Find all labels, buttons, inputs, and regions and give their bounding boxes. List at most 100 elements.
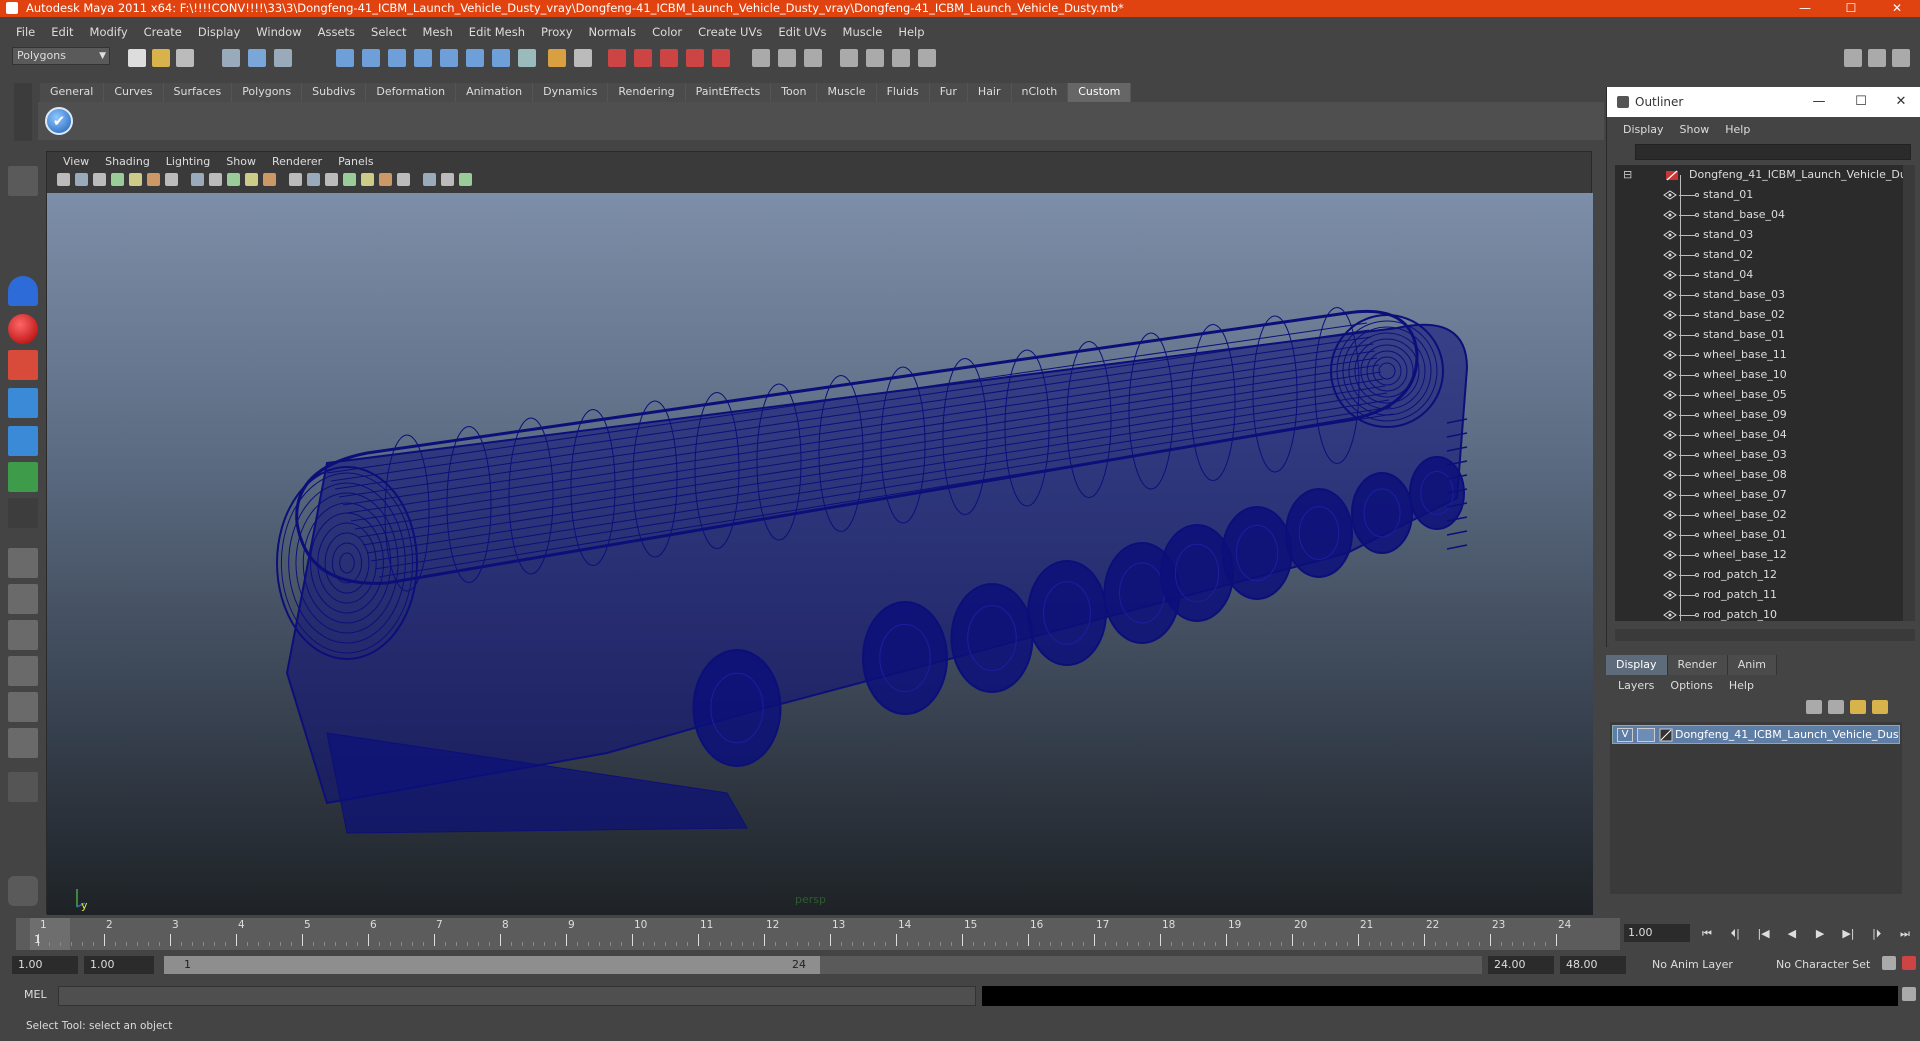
snap-grid-icon[interactable] bbox=[336, 49, 354, 67]
outliner-root-item[interactable]: ⊟ Dongfeng_41_ICBM_Launch_Vehicle_Dusty bbox=[1615, 165, 1903, 185]
shelf-tab-rendering[interactable]: Rendering bbox=[608, 83, 686, 102]
shelf-tab-surfaces[interactable]: Surfaces bbox=[163, 83, 233, 102]
shelf-tab-custom[interactable]: Custom bbox=[1068, 83, 1132, 102]
shelf-tab-polygons[interactable]: Polygons bbox=[232, 83, 303, 102]
outliner-menu-display[interactable]: Display bbox=[1615, 120, 1672, 140]
menu-edit-uvs[interactable]: Edit UVs bbox=[770, 22, 834, 42]
outliner-menu-help[interactable]: Help bbox=[1717, 120, 1758, 140]
outliner-minimize-button[interactable]: — bbox=[1799, 87, 1839, 117]
menu-create-uvs[interactable]: Create UVs bbox=[690, 22, 770, 42]
outliner-toggle-icon[interactable] bbox=[892, 49, 910, 67]
layout-uv-persp-icon[interactable] bbox=[8, 728, 38, 758]
outliner-item[interactable]: wheel_base_08 bbox=[1615, 465, 1903, 485]
scale-tool-icon[interactable] bbox=[8, 350, 38, 380]
outliner-horizontal-scrollbar[interactable] bbox=[1615, 629, 1915, 641]
layout-four-pane-icon[interactable] bbox=[8, 584, 38, 614]
outliner-item[interactable]: stand_01 bbox=[1615, 185, 1903, 205]
layout-single-icon[interactable] bbox=[1844, 49, 1862, 67]
outliner-item[interactable]: stand_03 bbox=[1615, 225, 1903, 245]
character-set-select[interactable]: No Character Set bbox=[1772, 956, 1882, 974]
outliner-item[interactable]: stand_base_02 bbox=[1615, 305, 1903, 325]
shelf-tab-deformation[interactable]: Deformation bbox=[366, 83, 457, 102]
select-component-icon[interactable] bbox=[274, 49, 292, 67]
script-editor-icon[interactable] bbox=[918, 49, 936, 67]
viewport-menu-show[interactable]: Show bbox=[218, 152, 264, 171]
shelf-tab-fluids[interactable]: Fluids bbox=[876, 83, 930, 102]
outliner-item[interactable]: stand_base_04 bbox=[1615, 205, 1903, 225]
shelf-tab-dynamics[interactable]: Dynamics bbox=[533, 83, 609, 102]
script-editor-button-icon[interactable] bbox=[1902, 987, 1916, 1001]
shelf-tab-fur[interactable]: Fur bbox=[929, 83, 968, 102]
shelf-tab-animation[interactable]: Animation bbox=[456, 83, 534, 102]
outliner-item[interactable]: stand_04 bbox=[1615, 265, 1903, 285]
layer-tab-display[interactable]: Display bbox=[1606, 655, 1668, 675]
textured-icon[interactable] bbox=[343, 173, 356, 186]
menu-window[interactable]: Window bbox=[248, 22, 309, 42]
shelf-tab-ncloth[interactable]: nCloth bbox=[1011, 83, 1069, 102]
shadows-icon[interactable] bbox=[379, 173, 392, 186]
outliner-item[interactable]: rod_patch_12 bbox=[1615, 565, 1903, 585]
outliner-item[interactable]: rod_patch_10 bbox=[1615, 605, 1903, 621]
snap-point-icon[interactable] bbox=[388, 49, 406, 67]
paint-select-tool-icon[interactable] bbox=[8, 240, 38, 270]
shelf-grip[interactable] bbox=[14, 83, 32, 141]
menu-assets[interactable]: Assets bbox=[310, 22, 363, 42]
start-time-field[interactable]: 1.00 bbox=[12, 956, 78, 974]
shelf-tab-painteffects[interactable]: PaintEffects bbox=[685, 83, 772, 102]
tool-settings-icon[interactable] bbox=[840, 49, 858, 67]
save-scene-icon[interactable] bbox=[176, 49, 194, 67]
isolate-select-icon[interactable] bbox=[397, 173, 410, 186]
play-forwards-icon[interactable]: ▶ bbox=[1809, 924, 1831, 944]
make-live-icon[interactable] bbox=[440, 49, 458, 67]
new-scene-icon[interactable] bbox=[128, 49, 146, 67]
new-layer-icon[interactable] bbox=[1850, 700, 1866, 714]
menu-file[interactable]: File bbox=[8, 22, 43, 42]
history-icon[interactable] bbox=[466, 49, 484, 67]
use-all-lights-icon[interactable] bbox=[361, 173, 374, 186]
outliner-item[interactable]: wheel_base_04 bbox=[1615, 425, 1903, 445]
outliner-item[interactable]: stand_base_03 bbox=[1615, 285, 1903, 305]
move-layer-up-icon[interactable] bbox=[1806, 700, 1822, 714]
universal-manipulator-icon[interactable] bbox=[8, 388, 38, 418]
render-current-icon[interactable] bbox=[608, 49, 626, 67]
go-to-start-icon[interactable]: ⏮ bbox=[1696, 924, 1718, 944]
shelf-tab-curves[interactable]: Curves bbox=[104, 83, 164, 102]
construction-history-icon[interactable] bbox=[548, 49, 566, 67]
film-gate-icon[interactable] bbox=[191, 173, 204, 186]
ambient-occlusion-icon[interactable] bbox=[459, 173, 472, 186]
play-backwards-icon[interactable]: ◀ bbox=[1781, 924, 1803, 944]
display-layer-row[interactable]: V Dongfeng_41_ICBM_Launch_Vehicle_Dusty_ bbox=[1612, 725, 1900, 744]
key-icon[interactable] bbox=[1882, 956, 1896, 970]
grease-pencil-icon[interactable] bbox=[147, 173, 160, 186]
move-layer-down-icon[interactable] bbox=[1828, 700, 1844, 714]
render-view-icon[interactable] bbox=[712, 49, 730, 67]
outliner-item[interactable]: rod_patch_11 bbox=[1615, 585, 1903, 605]
input-output-icon[interactable] bbox=[492, 49, 510, 67]
layer-color-icon[interactable] bbox=[1659, 728, 1673, 742]
outliner-close-button[interactable]: ✕ bbox=[1881, 87, 1920, 117]
current-frame-field[interactable]: 1.00 bbox=[1624, 924, 1690, 942]
shelf-tab-muscle[interactable]: Muscle bbox=[817, 83, 877, 102]
perspective-viewport[interactable]: y persp bbox=[47, 193, 1593, 915]
two-d-pan-icon[interactable] bbox=[129, 173, 142, 186]
image-plane-icon[interactable] bbox=[111, 173, 124, 186]
wireframe-on-shaded-icon[interactable] bbox=[325, 173, 338, 186]
layout-grid-icon[interactable] bbox=[1892, 49, 1910, 67]
layout-outliner-persp-icon[interactable] bbox=[8, 620, 38, 650]
channel-box-icon[interactable] bbox=[778, 49, 796, 67]
menu-edit-mesh[interactable]: Edit Mesh bbox=[461, 22, 533, 42]
shelf-tab-general[interactable]: General bbox=[40, 83, 105, 102]
outliner-item[interactable]: stand_02 bbox=[1615, 245, 1903, 265]
layer-menu-layers[interactable]: Layers bbox=[1610, 676, 1662, 696]
viewport-menu-view[interactable]: View bbox=[55, 152, 97, 171]
script-language-label[interactable]: MEL bbox=[24, 986, 47, 1004]
open-scene-icon[interactable] bbox=[152, 49, 170, 67]
end-time-field[interactable]: 48.00 bbox=[1560, 956, 1626, 974]
field-chart-icon[interactable] bbox=[245, 173, 258, 186]
menu-proxy[interactable]: Proxy bbox=[533, 22, 581, 42]
range-slider[interactable]: 1 24 bbox=[164, 956, 1482, 974]
close-button[interactable]: ✕ bbox=[1874, 0, 1920, 17]
gate-mask-icon[interactable] bbox=[227, 173, 240, 186]
select-object-icon[interactable] bbox=[248, 49, 266, 67]
layer-tab-anim[interactable]: Anim bbox=[1727, 655, 1777, 675]
